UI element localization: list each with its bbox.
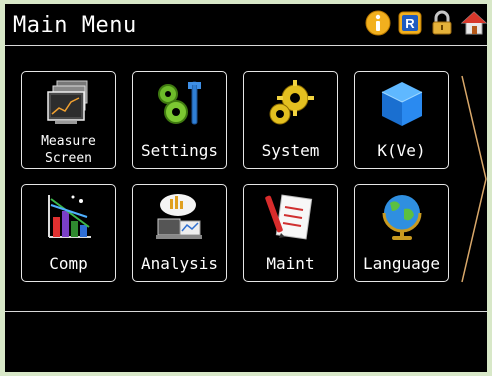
comp-chart-icon <box>43 191 95 243</box>
system-gears-icon <box>265 78 317 130</box>
cube-icon <box>376 78 428 130</box>
header-divider <box>5 45 487 46</box>
analysis-label: Analysis <box>140 254 219 273</box>
next-page-arrow[interactable] <box>460 74 487 284</box>
analysis-button[interactable]: Analysis <box>132 184 227 282</box>
page-title: Main Menu <box>13 13 137 38</box>
analysis-icon <box>154 191 206 243</box>
settings-label: Settings <box>140 141 219 160</box>
measure-screen-icon <box>43 78 95 130</box>
settings-button[interactable]: Settings <box>132 71 227 169</box>
header-icons: R <box>365 8 487 38</box>
status-area <box>5 312 487 372</box>
lock-icon[interactable] <box>429 10 455 36</box>
language-label: Language <box>362 254 441 273</box>
home-icon[interactable] <box>461 10 487 36</box>
maint-clipboard-icon <box>264 191 317 243</box>
measure-screen-label: Measure Screen <box>22 133 115 167</box>
k-ve-label: K(Ve) <box>377 141 426 160</box>
k-ve-button[interactable]: K(Ve) <box>354 71 449 169</box>
header-bar: Main Menu R <box>5 4 487 45</box>
globe-icon <box>376 191 428 243</box>
measure-label-line2: Screen <box>45 151 92 166</box>
system-button[interactable]: System <box>243 71 338 169</box>
main-screen: Main Menu R Measure Screen Settings Syst… <box>5 4 487 372</box>
r-badge-icon[interactable]: R <box>397 10 423 36</box>
comp-button[interactable]: Comp <box>21 184 116 282</box>
maint-button[interactable]: Maint <box>243 184 338 282</box>
maint-label: Maint <box>266 254 315 273</box>
system-label: System <box>261 141 320 160</box>
measure-screen-button[interactable]: Measure Screen <box>21 71 116 169</box>
settings-icon <box>154 78 206 130</box>
measure-label-line1: Measure <box>41 134 96 149</box>
language-button[interactable]: Language <box>354 184 449 282</box>
info-icon[interactable] <box>365 10 391 36</box>
svg-text:R: R <box>405 16 415 31</box>
comp-label: Comp <box>49 254 88 273</box>
